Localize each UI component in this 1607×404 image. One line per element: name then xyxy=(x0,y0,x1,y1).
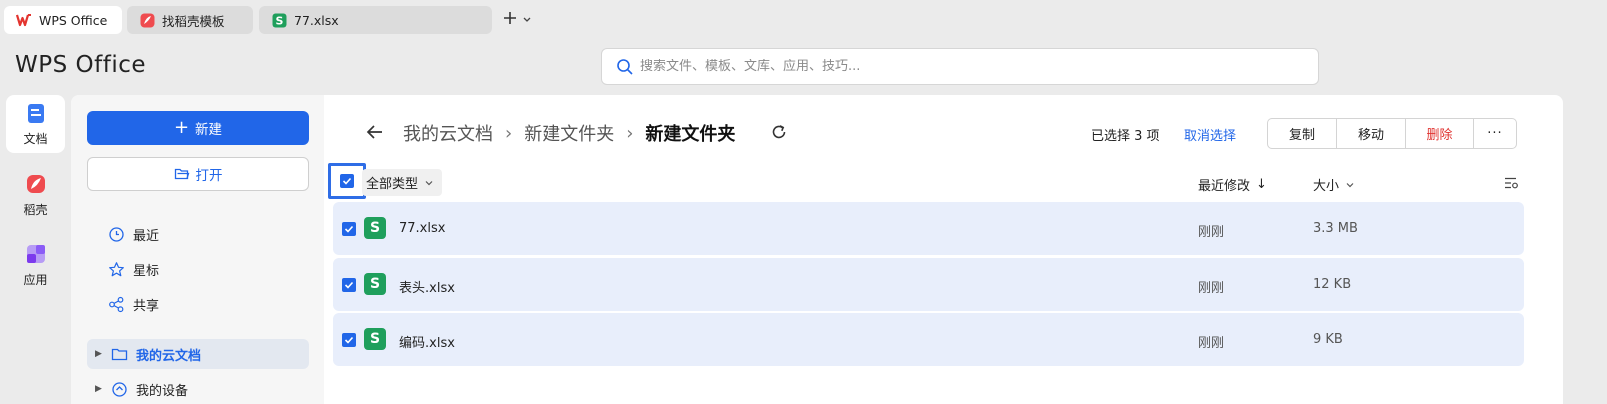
spreadsheet-file-icon: S xyxy=(364,217,386,239)
file-name[interactable]: 编码.xlsx xyxy=(399,332,455,351)
delete-button[interactable]: 删除 xyxy=(1406,119,1474,148)
app-logo: WPS Office xyxy=(15,52,147,78)
row-checkbox[interactable] xyxy=(342,278,356,292)
back-arrow-icon[interactable] xyxy=(365,122,385,142)
new-tab-button[interactable] xyxy=(500,9,520,31)
spreadsheet-file-icon: S xyxy=(364,328,386,350)
type-filter-label: 全部类型 xyxy=(366,177,419,192)
chevron-right-icon: › xyxy=(626,122,634,144)
breadcrumb: 我的云文档 › 新建文件夹 › 新建文件夹 xyxy=(403,120,735,146)
svg-text:S: S xyxy=(275,14,283,27)
file-size: 3.3 MB xyxy=(1313,221,1358,236)
expand-caret-icon[interactable]: ▶ xyxy=(95,349,105,359)
sidebar-item-shared[interactable]: 共享 xyxy=(108,293,159,315)
tab-wps-office[interactable]: WPS Office xyxy=(4,6,122,34)
sidebar-item-label: 我的云文档 xyxy=(136,348,202,364)
row-checkbox[interactable] xyxy=(342,333,356,347)
open-button[interactable]: 打开 xyxy=(87,157,309,191)
sidebar-item-label: 共享 xyxy=(133,298,160,314)
rail-docs[interactable]: 文档 xyxy=(6,95,65,153)
new-button-label: 新建 xyxy=(195,122,223,138)
row-checkbox[interactable] xyxy=(342,222,356,236)
file-modified: 刚刚 xyxy=(1198,336,1225,351)
more-button[interactable]: ··· xyxy=(1474,119,1516,148)
table-row[interactable]: S 77.xlsx 刚刚 3.3 MB xyxy=(333,202,1524,255)
checkbox-checked-icon xyxy=(340,174,354,188)
rail-label: 应用 xyxy=(23,272,48,287)
docer-icon xyxy=(26,174,45,193)
tab-bar: WPS Office 找稻壳模板 S 77.xlsx xyxy=(0,0,1607,40)
sidebar-item-label: 星标 xyxy=(133,263,160,279)
tab-label: WPS Office xyxy=(39,12,108,28)
chevron-down-icon xyxy=(523,17,531,22)
rail-docer[interactable]: 稻壳 xyxy=(6,166,65,224)
column-settings-icon[interactable] xyxy=(1503,175,1519,191)
docer-icon xyxy=(139,12,155,28)
chevron-down-icon xyxy=(1346,182,1354,187)
copy-button[interactable]: 复制 xyxy=(1268,119,1337,148)
breadcrumb-item[interactable]: 我的云文档 xyxy=(403,120,493,146)
plus-icon xyxy=(504,12,516,24)
rail-label: 稻壳 xyxy=(23,202,48,217)
file-name[interactable]: 表头.xlsx xyxy=(399,277,455,296)
rail-apps[interactable]: 应用 xyxy=(6,236,65,294)
star-icon xyxy=(109,261,124,276)
sidebar-item-label: 我的设备 xyxy=(136,383,189,399)
sidebar-item-starred[interactable]: 星标 xyxy=(108,258,159,280)
folder-icon xyxy=(111,348,128,360)
sort-arrow-icon: ↓ xyxy=(1256,177,1267,192)
table-row[interactable]: S 表头.xlsx 刚刚 12 KB xyxy=(333,258,1524,311)
tab-77-xlsx[interactable]: S 77.xlsx xyxy=(259,6,492,34)
file-name[interactable]: 77.xlsx xyxy=(399,221,445,236)
breadcrumb-item[interactable]: 新建文件夹 xyxy=(524,120,614,146)
column-label: 大小 xyxy=(1313,179,1340,194)
docs-icon xyxy=(27,103,44,123)
wps-logo-icon xyxy=(16,12,32,28)
file-modified: 刚刚 xyxy=(1198,225,1225,240)
tab-label: 77.xlsx xyxy=(294,12,339,28)
column-header-size[interactable]: 大小 xyxy=(1313,175,1355,194)
apps-icon xyxy=(26,244,45,263)
tab-label: 找稻壳模板 xyxy=(162,13,225,29)
spreadsheet-file-icon: S xyxy=(364,273,386,295)
column-header-modified[interactable]: 最近修改 ↓ xyxy=(1198,175,1267,194)
file-modified: 刚刚 xyxy=(1198,281,1225,296)
sidebar-item-label: 最近 xyxy=(133,228,160,244)
open-button-label: 打开 xyxy=(195,168,223,184)
sidebar-item-my-cloud-docs[interactable]: ▶ 我的云文档 xyxy=(87,339,309,369)
device-icon xyxy=(112,381,127,397)
search-icon xyxy=(617,58,633,75)
file-type-filter[interactable]: 全部类型 xyxy=(362,169,442,196)
selected-count: 已选择 3 项 xyxy=(1091,129,1160,144)
move-button[interactable]: 移动 xyxy=(1337,119,1406,148)
column-label: 最近修改 xyxy=(1198,179,1251,194)
search-box[interactable] xyxy=(601,48,1319,85)
sidebar-item-my-devices[interactable]: ▶ 我的设备 xyxy=(87,378,309,400)
sidebar-item-recent[interactable]: 最近 xyxy=(108,223,159,245)
cancel-selection-link[interactable]: 取消选择 xyxy=(1184,125,1236,144)
new-button[interactable]: + 新建 xyxy=(87,111,309,145)
refresh-icon[interactable] xyxy=(770,123,788,141)
current-folder-title: 新建文件夹 xyxy=(645,124,736,145)
select-all-checkbox[interactable] xyxy=(328,163,366,199)
spreadsheet-icon: S xyxy=(271,12,287,28)
search-input[interactable] xyxy=(640,59,1318,74)
action-button-group: 复制 移动 删除 ··· xyxy=(1267,118,1517,149)
plus-icon: + xyxy=(173,117,190,138)
file-size: 12 KB xyxy=(1313,277,1352,292)
clock-icon xyxy=(109,226,124,242)
file-size: 9 KB xyxy=(1313,332,1343,347)
folder-open-icon xyxy=(174,168,189,180)
chevron-right-icon: › xyxy=(505,122,513,144)
share-icon xyxy=(109,296,124,312)
expand-caret-icon[interactable]: ▶ xyxy=(95,384,105,394)
chevron-down-icon xyxy=(425,180,433,185)
tab-list-button[interactable] xyxy=(522,12,536,28)
tab-docer-templates[interactable]: 找稻壳模板 xyxy=(127,6,253,34)
rail-label: 文档 xyxy=(23,131,48,146)
table-row[interactable]: S 编码.xlsx 刚刚 9 KB xyxy=(333,313,1524,366)
